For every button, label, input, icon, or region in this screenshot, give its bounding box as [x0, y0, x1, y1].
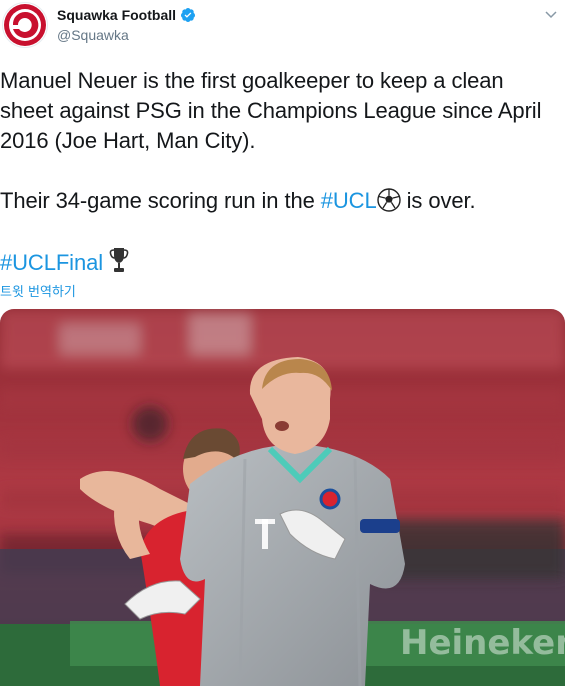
chevron-down-icon[interactable] [543, 6, 559, 22]
handle[interactable]: @Squawka [57, 27, 129, 43]
hashtag-uclfinal[interactable]: #UCLFinal [0, 250, 103, 275]
avatar[interactable] [2, 2, 48, 48]
text-segment: Their 34-game scoring run in the [0, 188, 321, 213]
soccer-ball-icon [376, 188, 401, 212]
tweet-paragraph-1: Manuel Neuer is the first goalkeeper to … [0, 68, 542, 153]
tweet-paragraph-3: #UCLFinal [0, 246, 560, 278]
name-row: Squawka Football [57, 7, 196, 23]
verified-badge-icon [181, 8, 196, 22]
hashtag-ucl[interactable]: #UCL [321, 188, 377, 213]
trophy-icon [109, 248, 129, 272]
tweet-text: Manuel Neuer is the first goalkeeper to … [0, 66, 560, 278]
tweet-paragraph-2: Their 34-game scoring run in the #UCL is… [0, 186, 560, 216]
tweet-header: Squawka Football @Squawka [0, 0, 565, 60]
translate-tweet-link[interactable]: 트윗 번역하기 [0, 281, 76, 300]
tweet-photo[interactable]: Heineken [0, 309, 565, 686]
display-name[interactable]: Squawka Football [57, 7, 176, 23]
banner-text: Heineken [400, 623, 565, 663]
text-segment-end: is over. [400, 188, 476, 213]
squawka-logo-icon [4, 4, 46, 46]
photo-image: Heineken [0, 309, 565, 686]
